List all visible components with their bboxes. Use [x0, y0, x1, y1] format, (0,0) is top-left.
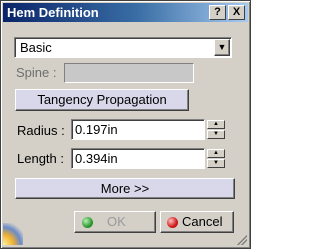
ok-button[interactable]: OK [74, 211, 156, 233]
hem-definition-dialog: Hem Definition ? X Basic ▼ Spine : Tange… [0, 0, 251, 249]
title-bar[interactable]: Hem Definition ? X [3, 3, 248, 22]
red-dot-icon [167, 217, 178, 228]
tangency-propagation-button[interactable]: Tangency Propagation [15, 89, 189, 111]
length-input[interactable]: 0.394in [71, 148, 205, 169]
more-button-label: More >> [100, 181, 150, 196]
length-value: 0.394in [75, 151, 118, 166]
spine-field [64, 63, 194, 83]
radius-increment-button[interactable]: ▲ [207, 120, 225, 129]
length-decrement-button[interactable]: ▼ [207, 159, 225, 168]
radius-spinner[interactable]: ▲ ▼ [207, 120, 225, 139]
close-icon: X [232, 6, 241, 18]
ok-button-label: OK [107, 214, 126, 229]
help-icon: ? [214, 6, 221, 18]
dropdown-button[interactable]: ▼ [214, 39, 230, 56]
chevron-down-icon: ▼ [217, 42, 227, 52]
more-button[interactable]: More >> [15, 178, 235, 199]
cancel-button-label: Cancel [182, 214, 223, 229]
length-increment-button[interactable]: ▲ [207, 149, 225, 158]
resize-grip-icon[interactable] [237, 235, 247, 245]
radius-decrement-button[interactable]: ▼ [207, 130, 225, 139]
hem-type-select[interactable]: Basic ▼ [14, 37, 232, 58]
cancel-button[interactable]: Cancel [160, 211, 234, 233]
radius-input[interactable]: 0.197in [71, 119, 205, 140]
sunrise-decoration-icon [3, 223, 23, 245]
radius-value: 0.197in [75, 122, 118, 137]
tangency-propagation-label: Tangency Propagation [37, 92, 167, 107]
length-spinner[interactable]: ▲ ▼ [207, 149, 225, 168]
hem-type-value: Basic [20, 40, 52, 55]
green-dot-icon [82, 217, 93, 228]
help-button[interactable]: ? [209, 5, 226, 20]
spine-label: Spine : [16, 65, 57, 80]
radius-label: Radius : [17, 123, 65, 138]
dialog-title: Hem Definition [7, 5, 99, 20]
length-label: Length : [17, 151, 64, 166]
close-button[interactable]: X [228, 5, 245, 20]
